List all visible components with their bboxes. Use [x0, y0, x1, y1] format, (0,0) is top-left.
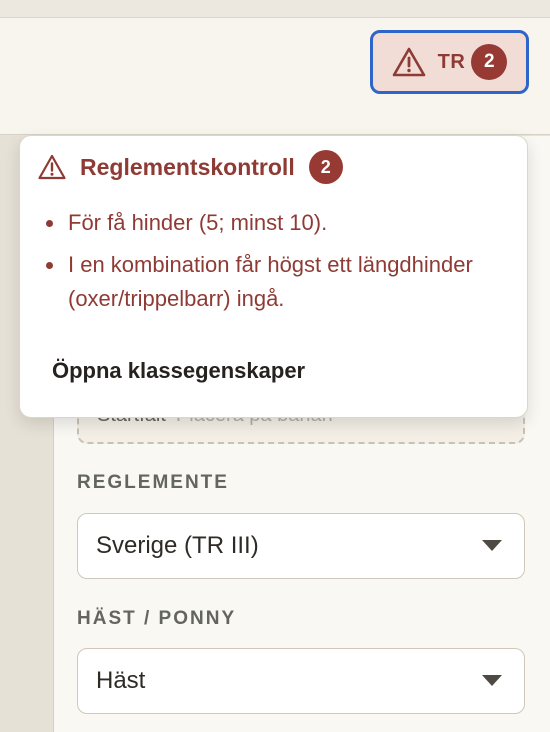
hast-ponny-select[interactable]: Häst — [77, 648, 525, 714]
issue-count-badge: 2 — [471, 44, 508, 80]
chevron-down-icon — [482, 540, 502, 551]
top-strip — [0, 0, 550, 18]
reglemente-label: REGLEMENTE — [77, 472, 229, 493]
popover-header: Reglementskontroll 2 — [38, 150, 343, 184]
popover-title: Reglementskontroll — [80, 153, 295, 180]
issue-list: För få hinder (5; minst 10). I en kombin… — [46, 206, 506, 324]
warning-triangle-icon — [38, 154, 66, 180]
popover-count-badge: 2 — [308, 150, 343, 184]
hast-ponny-label: HÄST / PONNY — [77, 608, 237, 629]
open-class-properties-link[interactable]: Öppna klassegenskaper — [52, 358, 305, 384]
chevron-down-icon — [482, 675, 502, 686]
reglemente-select[interactable]: Sverige (TR III) — [77, 513, 525, 579]
rule-check-popover: Reglementskontroll 2 För få hinder (5; m… — [19, 135, 528, 418]
rule-check-button[interactable]: TR 2 — [370, 30, 529, 94]
hast-ponny-value: Häst — [96, 667, 146, 694]
issue-item: För få hinder (5; minst 10). — [46, 206, 506, 240]
rule-set-label: TR — [437, 50, 466, 73]
warning-triangle-icon — [392, 47, 425, 77]
issue-item: I en kombination får högst ett längdhind… — [46, 248, 506, 316]
reglemente-value: Sverige (TR III) — [96, 532, 259, 559]
